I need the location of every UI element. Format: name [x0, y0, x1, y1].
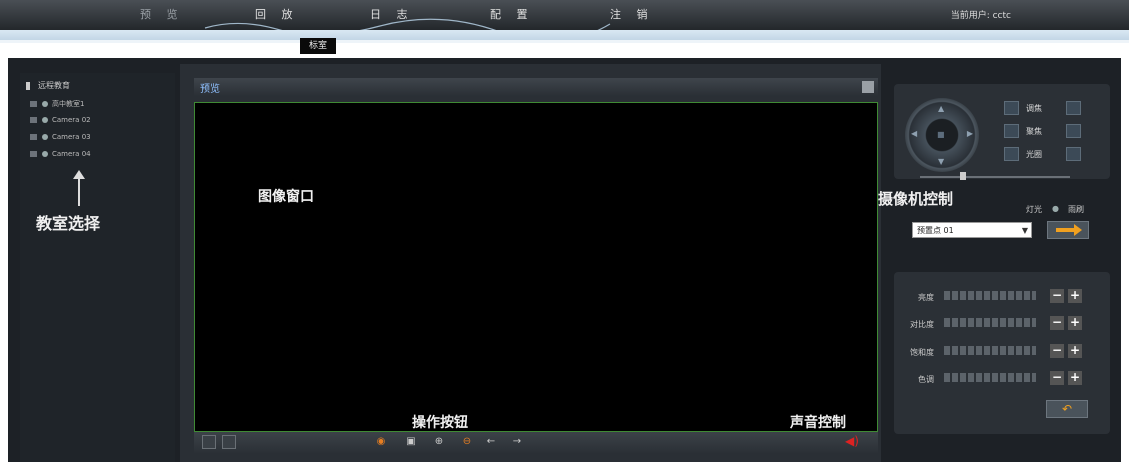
- ptz-direction-ring[interactable]: ▲ ▼ ◀ ▶ ■: [905, 98, 979, 172]
- speaker-icon[interactable]: ◀): [845, 434, 859, 448]
- sub-bar: [0, 30, 1129, 40]
- saturation-plus-button[interactable]: +: [1068, 344, 1082, 358]
- snapshot-icon[interactable]: ▣: [404, 435, 418, 449]
- hue-plus-button[interactable]: +: [1068, 371, 1082, 385]
- tree-item-camera-2[interactable]: Camera 02: [30, 116, 91, 124]
- preset-select[interactable]: 预置点 01 ▼: [912, 222, 1032, 238]
- operation-toolbar: ◉ ▣ ⊕ ⊖ ← →: [194, 432, 878, 454]
- contrast-bar[interactable]: [944, 318, 1036, 327]
- prev-icon[interactable]: ←: [484, 435, 498, 449]
- maximize-icon[interactable]: [862, 81, 874, 93]
- brightness-bar[interactable]: [944, 291, 1036, 300]
- expand-icon[interactable]: [30, 117, 37, 123]
- layout-quad-button[interactable]: [222, 435, 236, 449]
- hue-minus-button[interactable]: −: [1050, 371, 1064, 385]
- expand-icon[interactable]: [30, 134, 37, 140]
- annotation-camera-control: 摄像机控制: [878, 190, 954, 208]
- next-icon[interactable]: →: [510, 435, 524, 449]
- saturation-minus-button[interactable]: −: [1050, 344, 1064, 358]
- current-user: 当前用户: cctc: [950, 11, 1011, 21]
- iris-label: 光圈: [1026, 150, 1042, 159]
- slider-knob[interactable]: [960, 172, 966, 180]
- sub-bar-line: [0, 40, 1129, 43]
- preview-title-bar: 预览: [194, 78, 878, 96]
- tree-root-label: 远程教育: [38, 81, 70, 90]
- saturation-bar[interactable]: [944, 346, 1036, 355]
- zoom-in-icon[interactable]: ⊕: [432, 435, 446, 449]
- zoom-out-icon[interactable]: ⊖: [460, 435, 474, 449]
- brightness-label: 亮度: [918, 293, 934, 302]
- contrast-plus-button[interactable]: +: [1068, 316, 1082, 330]
- wiper-icon: ●: [1052, 204, 1059, 213]
- right-arrow-icon[interactable]: ▶: [967, 129, 973, 138]
- annotation-sound-control: 声音控制: [790, 415, 846, 431]
- iris-open-button[interactable]: [1066, 147, 1081, 161]
- zoom-label: 调焦: [1026, 104, 1042, 113]
- zoom-out-button[interactable]: [1004, 101, 1019, 115]
- preset-value: 预置点 01: [917, 226, 954, 235]
- video-window[interactable]: [194, 102, 878, 432]
- preset-go-button[interactable]: [1047, 221, 1089, 239]
- focus-far-button[interactable]: [1066, 124, 1081, 138]
- iris-close-button[interactable]: [1004, 147, 1019, 161]
- left-arrow-icon[interactable]: ◀: [911, 129, 917, 138]
- tree-item-label: Camera 04: [52, 150, 91, 158]
- tree-item-camera-1[interactable]: 高中教室1: [30, 99, 84, 109]
- annotation-op-buttons: 操作按钮: [412, 415, 468, 431]
- focus-near-button[interactable]: [1004, 124, 1019, 138]
- hue-label: 色调: [918, 375, 934, 384]
- tree-item-label: 高中教室1: [52, 100, 85, 108]
- annotation-image-window: 图像窗口: [258, 189, 314, 205]
- brightness-plus-button[interactable]: +: [1068, 289, 1082, 303]
- saturation-label: 饱和度: [910, 348, 934, 357]
- hue-bar[interactable]: [944, 373, 1036, 382]
- camera-icon: [42, 101, 48, 107]
- folder-icon: [26, 81, 30, 90]
- zoom-in-button[interactable]: [1066, 101, 1081, 115]
- tree-item-camera-4[interactable]: Camera 04: [30, 150, 91, 158]
- room-tag: 标室: [300, 38, 336, 54]
- record-icon[interactable]: ◉: [374, 435, 388, 449]
- camera-icon: [42, 151, 48, 157]
- expand-icon[interactable]: [30, 101, 37, 107]
- camera-icon: [42, 134, 48, 140]
- annotation-room-select: 教室选择: [36, 214, 101, 233]
- contrast-label: 对比度: [910, 320, 934, 329]
- expand-icon[interactable]: [30, 151, 37, 157]
- device-tree-panel: [20, 73, 175, 462]
- preview-title: 预览: [200, 84, 220, 95]
- down-arrow-icon[interactable]: ▼: [938, 157, 944, 166]
- up-arrow-icon[interactable]: ▲: [938, 104, 944, 113]
- light-toggle[interactable]: 灯光: [1026, 204, 1042, 215]
- center-icon[interactable]: ■: [937, 130, 945, 139]
- camera-icon: [42, 117, 48, 123]
- ptz-speed-slider[interactable]: [920, 172, 1070, 180]
- reset-button[interactable]: ↶: [1046, 400, 1088, 418]
- wiper-toggle[interactable]: 雨刷: [1068, 204, 1084, 215]
- nav-preview[interactable]: 预 览: [140, 4, 184, 26]
- tree-item-camera-3[interactable]: Camera 03: [30, 133, 91, 141]
- tree-root[interactable]: 远程教育: [26, 80, 70, 91]
- focus-label: 聚焦: [1026, 127, 1042, 136]
- tree-item-label: Camera 02: [52, 116, 91, 124]
- contrast-minus-button[interactable]: −: [1050, 316, 1064, 330]
- layout-single-button[interactable]: [202, 435, 216, 449]
- arrow-up-icon: [73, 170, 85, 206]
- tree-item-label: Camera 03: [52, 133, 91, 141]
- chevron-down-icon: ▼: [1021, 226, 1028, 235]
- brightness-minus-button[interactable]: −: [1050, 289, 1064, 303]
